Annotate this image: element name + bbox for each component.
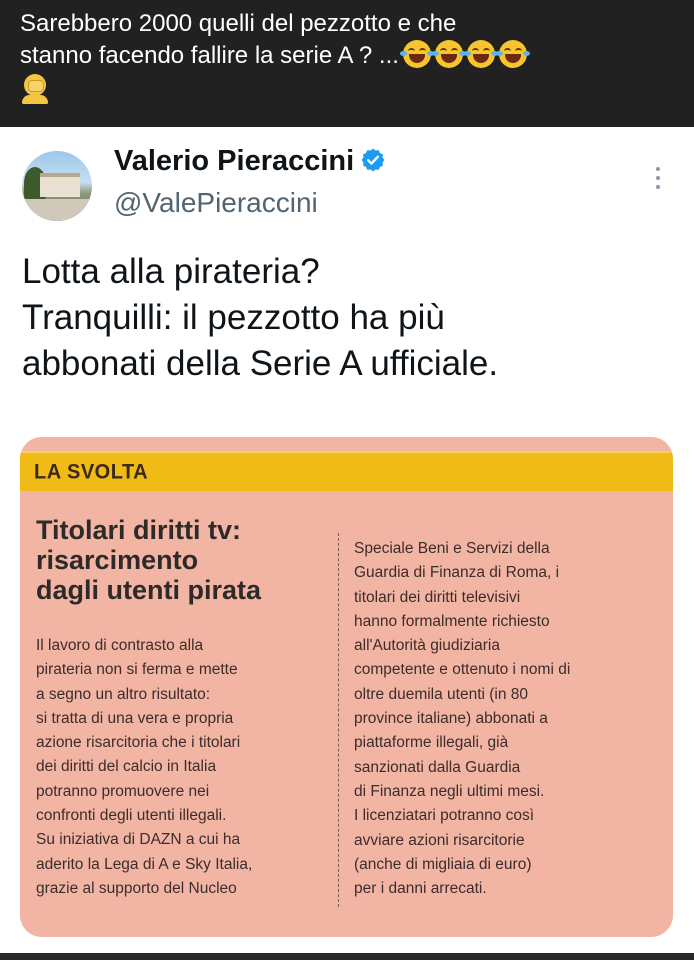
author-name-text[interactable]: Valerio Pieraccini: [114, 145, 354, 177]
newspaper-clipping: LA SVOLTA Titolari diritti tv: risarcime…: [20, 437, 673, 937]
verified-badge-icon: [360, 147, 386, 181]
article-headline: Titolari diritti tv: risarcimento dagli …: [36, 515, 336, 605]
facepalm-icon: [20, 74, 50, 104]
article-line: confronti degli utenti illegali.: [36, 807, 227, 825]
post-caption-bar: Sarebbero 2000 quelli del pezzotto e che…: [0, 0, 694, 127]
article-line: pirateria non si ferma e mette: [36, 661, 238, 679]
headline-line: dagli utenti pirata: [36, 575, 262, 605]
article-line: competente e ottenuto i nomi di: [354, 661, 571, 679]
article-left-column: Il lavoro di contrasto alla pirateria no…: [36, 634, 252, 901]
article-line: per i danni arrecati.: [354, 880, 487, 898]
avatar[interactable]: [22, 151, 92, 221]
article-line: piattaforme illegali, già: [354, 734, 509, 752]
article-line: oltre duemila utenti (in 80: [354, 685, 529, 703]
tears-of-joy-icon: [495, 40, 530, 68]
article-line: all'Autorità giudiziaria: [354, 637, 500, 655]
more-options-icon[interactable]: [648, 167, 668, 197]
article-line: hanno formalmente richiesto: [354, 612, 550, 630]
article-line: sanzionati dalla Guardia: [354, 758, 521, 776]
tweet-card[interactable]: Valerio Pieraccini @ValePieraccini Lotta…: [0, 127, 694, 953]
article-line: Guardia di Finanza di Roma, i: [354, 564, 560, 582]
article-line: province italiane) abbonati a: [354, 710, 548, 728]
article-line: Il lavoro di contrasto alla: [36, 637, 204, 654]
article-line: si tratta di una vera e propria: [36, 709, 234, 727]
bottom-divider: [0, 953, 694, 960]
article-line: (anche di migliaia di euro): [354, 855, 532, 873]
author-name[interactable]: Valerio Pieraccini: [114, 145, 386, 181]
tears-of-joy-icon: [431, 40, 466, 68]
caption-line-1: Sarebbero 2000 quelli del pezzotto e che: [20, 10, 457, 37]
tweet-text-line: abbonati della Serie A ufficiale.: [22, 344, 499, 383]
tears-of-joy-icon: [463, 40, 498, 68]
headline-line: Titolari diritti tv:: [36, 515, 242, 545]
author-handle[interactable]: @ValePieraccini: [114, 187, 318, 219]
article-line: titolari dei diritti televisivi: [354, 588, 521, 606]
article-line: potranno promuovere nei: [36, 782, 210, 800]
article-line: dei diritti del calcio in Italia: [36, 758, 217, 776]
article-right-column: Speciale Beni e Servizi della Guardia di…: [354, 537, 570, 901]
section-label: LA SVOLTA: [34, 460, 149, 484]
column-divider: [338, 533, 339, 907]
attached-image[interactable]: LA SVOLTA Titolari diritti tv: risarcime…: [20, 437, 673, 937]
article-line: grazie al supporto del Nucleo: [36, 879, 237, 897]
article-line: I licenziatari potranno così: [354, 807, 535, 825]
article-line: Speciale Beni e Servizi della: [354, 540, 550, 557]
article-line: avviare azioni risarcitorie: [354, 831, 525, 849]
article-line: Su iniziativa di DAZN a cui ha: [36, 831, 241, 849]
section-band: LA SVOLTA: [20, 451, 673, 491]
tweet-text-line: Lotta alla pirateria?: [22, 252, 320, 291]
tweet-text: Lotta alla pirateria? Tranquilli: il pez…: [22, 249, 672, 387]
article-line: aderito la Lega di A e Sky Italia,: [36, 855, 253, 873]
headline-line: risarcimento: [36, 545, 199, 575]
tears-of-joy-icon: [399, 40, 434, 68]
caption-line-2: stanno facendo fallire la serie A ? ...: [20, 40, 674, 72]
tweet-text-line: Tranquilli: il pezzotto ha più: [22, 298, 445, 337]
article-line: a segno un altro risultato:: [36, 685, 211, 703]
article-line: di Finanza negli ultimi mesi.: [354, 782, 545, 800]
caption-line-2-text: stanno facendo fallire la serie A ? ...: [20, 42, 399, 69]
article-line: azione risarcitoria che i titolari: [36, 734, 241, 752]
